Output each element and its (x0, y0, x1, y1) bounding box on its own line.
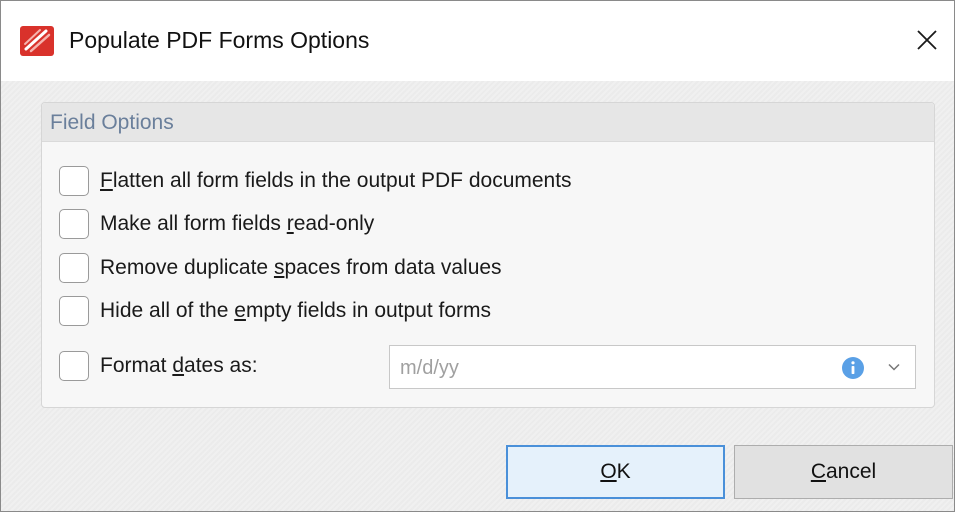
option-read-only[interactable]: Make all form fields read-only (59, 207, 374, 241)
info-icon[interactable] (842, 357, 864, 379)
group-title: Field Options (50, 111, 174, 134)
option-format-dates[interactable]: Format dates as: (59, 349, 258, 383)
format-dates-checkbox[interactable] (59, 351, 89, 381)
group-header: Field Options (42, 103, 934, 142)
title-bar: Populate PDF Forms Options (1, 1, 954, 81)
date-format-select[interactable]: m/d/yy (389, 345, 916, 389)
pdf-app-icon (20, 26, 54, 56)
flatten-fields-checkbox[interactable] (59, 166, 89, 196)
option-label: Hide all of the empty fields in output f… (100, 299, 492, 322)
date-format-value: m/d/yy (400, 357, 459, 379)
option-label: Remove duplicate spaces from data values (100, 256, 502, 279)
populate-pdf-forms-dialog: Populate PDF Forms Options Field Options… (0, 0, 955, 512)
cancel-button[interactable]: Cancel (734, 445, 953, 499)
option-label: Format dates as: (100, 354, 258, 377)
option-label: Flatten all form fields in the output PD… (100, 169, 572, 192)
read-only-checkbox[interactable] (59, 209, 89, 239)
option-hide-empty-fields[interactable]: Hide all of the empty fields in output f… (59, 294, 491, 328)
chevron-down-icon[interactable] (887, 360, 901, 374)
close-button[interactable] (901, 15, 953, 65)
dialog-body: Field Options Flatten all form fields in… (1, 81, 954, 511)
option-label: Make all form fields read-only (100, 212, 375, 235)
option-flatten-fields[interactable]: Flatten all form fields in the output PD… (59, 164, 572, 198)
close-icon (917, 30, 937, 50)
window-title: Populate PDF Forms Options (69, 27, 370, 53)
hide-empty-checkbox[interactable] (59, 296, 89, 326)
remove-spaces-checkbox[interactable] (59, 253, 89, 283)
ok-button[interactable]: OK (506, 445, 725, 499)
field-options-group: Field Options Flatten all form fields in… (41, 102, 935, 408)
option-remove-duplicate-spaces[interactable]: Remove duplicate spaces from data values (59, 251, 502, 285)
